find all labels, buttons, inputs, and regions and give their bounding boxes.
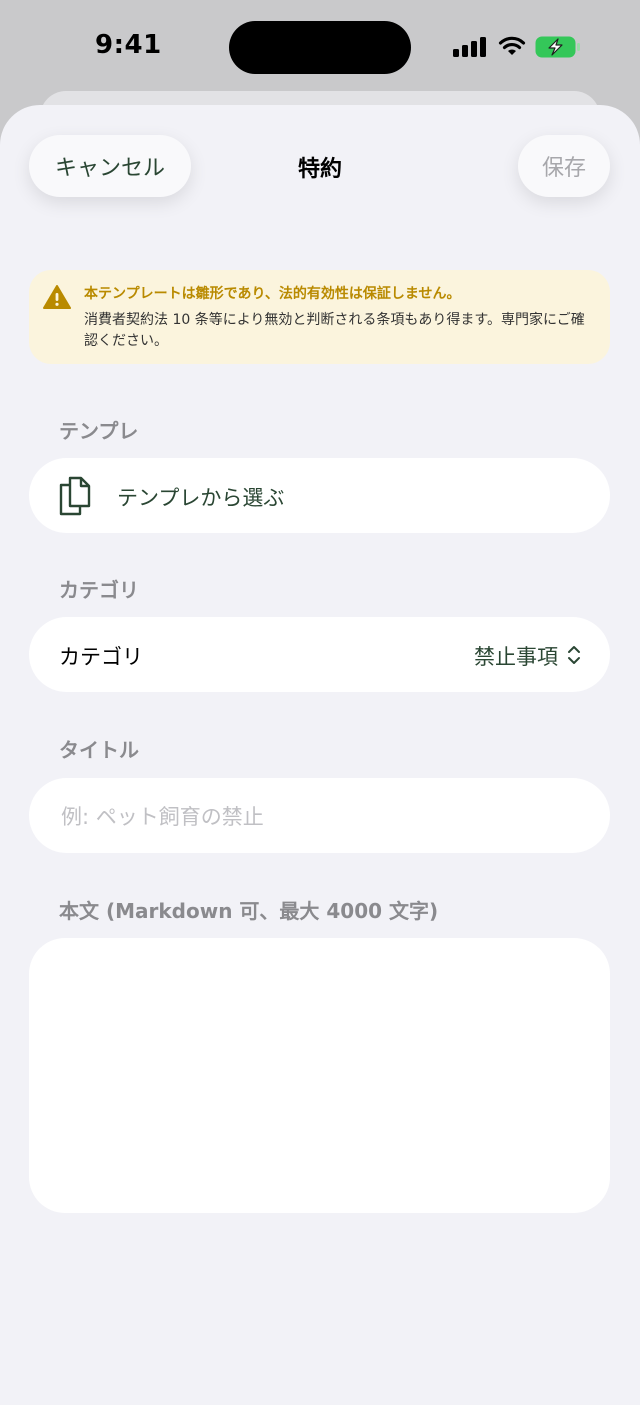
save-button[interactable]: 保存 xyxy=(518,135,610,197)
category-field-label: カテゴリ xyxy=(59,645,143,669)
template-section-label: テンプレ xyxy=(59,419,139,443)
status-time: 9:41 xyxy=(95,30,162,60)
warning-title: 本テンプレートは雛形であり、法的有効性は保証しません。 xyxy=(84,286,461,302)
title-field[interactable] xyxy=(29,778,610,855)
category-picker[interactable]: カテゴリ 禁止事項 xyxy=(29,617,610,692)
documents-icon xyxy=(59,476,91,516)
title-input[interactable] xyxy=(59,778,583,855)
status-bar: 9:41 xyxy=(0,0,640,95)
category-section-label: カテゴリ xyxy=(59,578,139,602)
page-title: 特約 xyxy=(297,157,342,182)
template-select-label: テンプレから選ぶ xyxy=(117,486,285,510)
body-textarea[interactable] xyxy=(29,938,610,1213)
dynamic-island xyxy=(229,21,411,74)
category-selected-value: 禁止事項 xyxy=(474,645,558,669)
warning-body: 消費者契約法 10 条等により無効と判断される条項もあり得ます。専門家にご確認く… xyxy=(84,312,585,349)
chevron-updown-icon xyxy=(568,646,580,664)
battery-charging-icon xyxy=(535,36,580,58)
signal-icon xyxy=(453,37,487,57)
body-section-label: 本文 (Markdown 可、最大 4000 文字) xyxy=(59,899,439,923)
title-section-label: タイトル xyxy=(59,738,139,762)
cancel-button[interactable]: キャンセル xyxy=(29,135,191,197)
wifi-icon xyxy=(498,36,526,55)
warning-banner: 本テンプレートは雛形であり、法的有効性は保証しません。 消費者契約法 10 条等… xyxy=(29,270,610,364)
warning-icon xyxy=(43,285,71,309)
sheet: キャンセル 特約 保存 本テンプレートは雛形であり、法的有効性は保証しません。 … xyxy=(0,105,640,1405)
template-select-button[interactable]: テンプレから選ぶ xyxy=(29,458,610,533)
